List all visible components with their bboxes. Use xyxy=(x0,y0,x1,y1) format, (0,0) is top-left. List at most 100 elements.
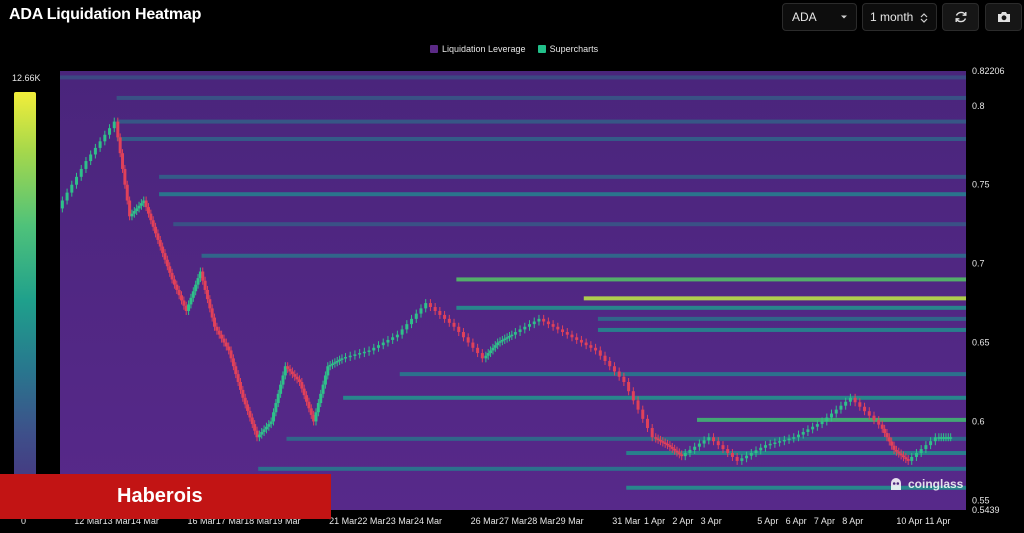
price-candle xyxy=(250,417,254,425)
price-candle xyxy=(323,375,327,385)
price-candle xyxy=(697,443,701,447)
price-candle xyxy=(894,449,898,452)
price-candle xyxy=(246,404,250,411)
price-candle xyxy=(661,441,665,443)
price-candle xyxy=(60,200,64,209)
price-candle xyxy=(414,313,418,319)
price-candle xyxy=(279,384,283,394)
liquidation-level-band xyxy=(116,119,966,124)
price-candle xyxy=(532,321,536,325)
price-candle xyxy=(929,441,933,446)
price-candle xyxy=(716,441,720,446)
price-candle xyxy=(693,446,697,450)
liquidation-level-band xyxy=(597,316,966,321)
price-candle xyxy=(163,253,167,260)
x-tick-label: 21 Mar xyxy=(329,516,357,526)
price-candle xyxy=(125,184,129,201)
price-candle xyxy=(796,434,800,438)
price-candle xyxy=(877,420,881,425)
price-candle xyxy=(759,447,763,451)
price-candle xyxy=(253,424,257,431)
price-candle xyxy=(631,391,635,401)
price-candle xyxy=(650,428,654,438)
price-candle xyxy=(146,207,150,214)
price-candle xyxy=(608,360,612,367)
price-candle xyxy=(658,439,662,442)
price-candle xyxy=(636,400,640,410)
price-candle xyxy=(274,403,278,413)
price-candle xyxy=(428,303,432,308)
price-candle xyxy=(768,443,772,446)
price-candle xyxy=(484,355,488,359)
heatmap-chart[interactable]: 0.822060.80.750.70.650.60.550.5439 12 Ma… xyxy=(0,0,1024,533)
price-candle xyxy=(238,382,242,390)
price-candle xyxy=(570,334,574,338)
price-candle xyxy=(622,376,626,383)
price-candle xyxy=(466,337,470,343)
price-candle xyxy=(243,397,247,405)
price-candle xyxy=(518,329,522,333)
price-candle xyxy=(787,438,791,441)
price-candle xyxy=(123,168,127,185)
price-candle xyxy=(811,426,815,430)
price-candle xyxy=(276,393,280,404)
price-candle xyxy=(452,322,456,327)
price-candle xyxy=(507,335,511,338)
price-candle xyxy=(806,429,810,432)
price-candle xyxy=(603,355,607,361)
price-candle xyxy=(348,355,352,358)
price-candle xyxy=(773,442,777,445)
price-candle xyxy=(201,271,205,281)
price-candle xyxy=(338,359,342,362)
price-candle xyxy=(293,374,297,377)
banner-text: Haberois xyxy=(117,485,203,507)
x-tick-label: 23 Mar xyxy=(386,516,414,526)
price-candle xyxy=(269,421,273,425)
price-candle xyxy=(654,437,658,439)
price-candle xyxy=(391,337,395,340)
price-candle xyxy=(830,413,834,418)
price-candle xyxy=(316,403,320,413)
price-candle xyxy=(272,412,276,422)
price-candle xyxy=(438,310,442,315)
price-candle xyxy=(70,184,74,193)
price-candle xyxy=(673,448,677,451)
price-candle xyxy=(924,445,928,450)
price-candle xyxy=(853,397,857,403)
price-candle xyxy=(215,326,219,331)
price-candle xyxy=(872,415,876,421)
price-candle xyxy=(598,350,602,356)
price-candle xyxy=(880,424,884,429)
price-candle xyxy=(680,454,684,457)
liquidation-level-band xyxy=(286,436,966,441)
y-tick-label: 0.82206 xyxy=(972,66,1005,76)
price-candle xyxy=(782,439,786,442)
price-candle xyxy=(677,452,681,455)
price-candle xyxy=(213,317,217,327)
y-tick-label: 0.8 xyxy=(972,101,985,111)
price-candle xyxy=(220,334,224,339)
price-candle xyxy=(858,402,862,407)
liquidation-level-band xyxy=(116,95,966,100)
price-candle xyxy=(656,438,660,441)
price-candle xyxy=(210,308,214,318)
price-candle xyxy=(496,342,500,346)
price-candle xyxy=(702,440,706,444)
price-candle xyxy=(899,453,903,456)
price-candle xyxy=(248,410,252,418)
x-tick-label: 5 Apr xyxy=(757,516,778,526)
liquidation-level-band xyxy=(399,372,966,377)
price-candle xyxy=(688,449,692,454)
price-candle xyxy=(309,408,313,415)
price-candle xyxy=(149,213,153,221)
price-candle xyxy=(65,192,69,201)
price-candle xyxy=(165,259,169,267)
price-candle xyxy=(617,371,621,377)
price-candle xyxy=(182,300,186,306)
price-candle xyxy=(203,280,207,290)
price-candle xyxy=(461,332,465,338)
price-candle xyxy=(707,437,711,441)
price-candle xyxy=(217,330,221,335)
price-candle xyxy=(792,437,796,439)
price-candle xyxy=(372,347,376,351)
